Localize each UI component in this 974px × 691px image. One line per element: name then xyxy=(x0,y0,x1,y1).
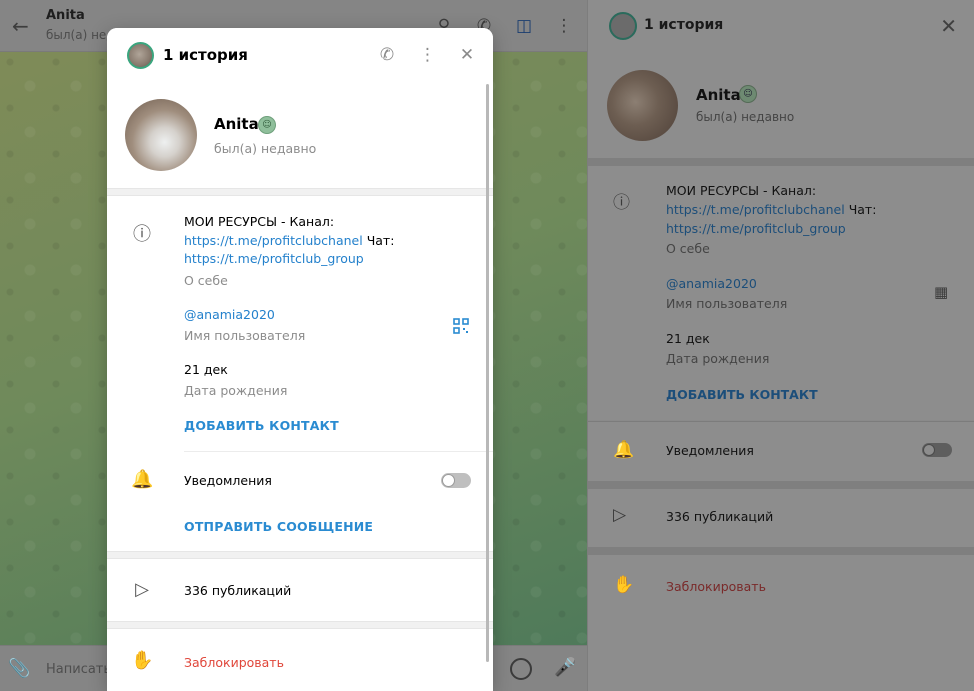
close-icon[interactable]: ✕ xyxy=(940,14,957,38)
birthday-label: Дата рождения xyxy=(666,351,770,366)
bio-text: МОИ РЕСУРСЫ - Канал: xyxy=(666,183,817,198)
block-button[interactable]: Заблокировать xyxy=(666,579,766,594)
avatar[interactable] xyxy=(607,70,678,141)
stories-icon: ▷ xyxy=(135,579,149,600)
add-contact-button[interactable]: ДОБАВИТЬ КОНТАКТ xyxy=(666,387,818,402)
more-icon[interactable]: ⋮ xyxy=(553,14,575,38)
bio-chat-label: Чат: xyxy=(844,202,877,217)
phone-icon[interactable]: ✆ xyxy=(379,44,395,66)
story-avatar-icon[interactable] xyxy=(609,12,637,40)
back-arrow-icon[interactable]: ← xyxy=(12,16,32,36)
profile-name: Anita xyxy=(696,86,741,104)
publications-label: 336 публикаций xyxy=(666,509,774,524)
block-hand-icon: ✋ xyxy=(131,650,154,671)
profile-status: был(а) недавно xyxy=(696,110,795,124)
username[interactable]: @anamia2020 xyxy=(666,276,757,291)
bio-label: О себе xyxy=(184,273,228,288)
notifications-label: Уведомления xyxy=(184,473,272,488)
bio-chat-label: Чат: xyxy=(362,233,395,248)
notifications-toggle[interactable] xyxy=(922,443,952,457)
bio-line-2: https://t.me/profitclubchanel Чат: xyxy=(184,233,394,248)
channel-link[interactable]: https://t.me/profitclubchanel xyxy=(184,233,363,248)
more-icon[interactable]: ⋮ xyxy=(419,44,436,66)
notifications-toggle[interactable] xyxy=(441,473,471,488)
bio-text: МОИ РЕСУРСЫ - Канал: xyxy=(184,214,335,229)
notifications-label: Уведомления xyxy=(666,443,754,458)
chat-title[interactable]: Anita xyxy=(46,8,85,23)
modal-header-actions: ✆ ⋮ ✕ xyxy=(379,44,475,66)
attach-icon[interactable]: 📎 xyxy=(8,658,30,679)
sidebar-title: 1 история xyxy=(644,17,724,33)
divider xyxy=(107,551,493,559)
divider xyxy=(588,481,974,489)
group-link[interactable]: https://t.me/profitclub_group xyxy=(666,221,846,236)
channel-link[interactable]: https://t.me/profitclubchanel xyxy=(666,202,845,217)
close-icon[interactable]: ✕ xyxy=(459,44,475,66)
bio-line-2: https://t.me/profitclubchanel Чат: xyxy=(666,202,876,217)
qr-code-icon[interactable] xyxy=(453,318,469,334)
add-contact-button[interactable]: ДОБАВИТЬ КОНТАКТ xyxy=(184,418,339,433)
qr-code-icon[interactable]: ▦ xyxy=(934,283,948,301)
divider xyxy=(588,158,974,166)
divider xyxy=(107,621,493,629)
username-label: Имя пользователя xyxy=(184,328,306,343)
stories-icon: ▷ xyxy=(613,505,627,525)
emoji-status-icon: ☺ xyxy=(258,116,276,134)
block-section: ✋ Заблокировать xyxy=(588,555,974,691)
info-icon: ⓘ xyxy=(613,193,630,213)
message-input[interactable]: Написать xyxy=(46,662,111,677)
bio-label: О себе xyxy=(666,241,710,256)
birthday-label: Дата рождения xyxy=(184,383,288,398)
bell-icon: 🔔 xyxy=(613,440,635,460)
send-message-button[interactable]: ОТПРАВИТЬ СООБЩЕНИЕ xyxy=(184,519,373,534)
microphone-icon[interactable]: 🎤 xyxy=(554,657,576,678)
info-section: ⓘ МОИ РЕСУРСЫ - Канал: https://t.me/prof… xyxy=(588,166,974,420)
emoji-icon[interactable] xyxy=(510,658,532,680)
profile-name: Anita xyxy=(214,115,259,133)
profile-status: был(а) недавно xyxy=(214,141,317,156)
modal-scrollbar[interactable] xyxy=(486,84,489,662)
birthday: 21 дек xyxy=(184,362,228,377)
group-link[interactable]: https://t.me/profitclub_group xyxy=(184,251,364,266)
username[interactable]: @anamia2020 xyxy=(184,307,275,322)
notifications-row[interactable]: 🔔 Уведомления xyxy=(588,421,974,481)
bell-icon: 🔔 xyxy=(131,469,154,490)
modal-header: 1 история ✆ ⋮ ✕ Anita ☺ был(а) недавно xyxy=(107,28,493,188)
profile-modal: 1 история ✆ ⋮ ✕ Anita ☺ был(а) недавно ⓘ… xyxy=(107,28,493,691)
modal-title: 1 история xyxy=(163,46,248,64)
block-hand-icon: ✋ xyxy=(613,575,635,595)
emoji-status-icon: ☺ xyxy=(739,85,757,103)
divider xyxy=(588,547,974,555)
sidebar-header: 1 история ✕ Anita ☺ был(а) недавно xyxy=(588,0,974,158)
publications-row[interactable]: ▷ 336 публикаций xyxy=(588,489,974,547)
divider xyxy=(184,451,493,452)
profile-sidebar: 1 история ✕ Anita ☺ был(а) недавно ⓘ МОИ… xyxy=(587,0,974,691)
block-button[interactable]: Заблокировать xyxy=(184,655,284,670)
story-avatar-icon[interactable] xyxy=(127,42,154,69)
divider xyxy=(107,188,493,196)
username-label: Имя пользователя xyxy=(666,296,788,311)
info-icon: ⓘ xyxy=(133,224,151,245)
avatar[interactable] xyxy=(125,99,197,171)
publications-row[interactable]: 336 публикаций xyxy=(184,583,291,598)
sidebar-toggle-icon[interactable]: ◫ xyxy=(513,14,535,38)
birthday: 21 дек xyxy=(666,331,710,346)
